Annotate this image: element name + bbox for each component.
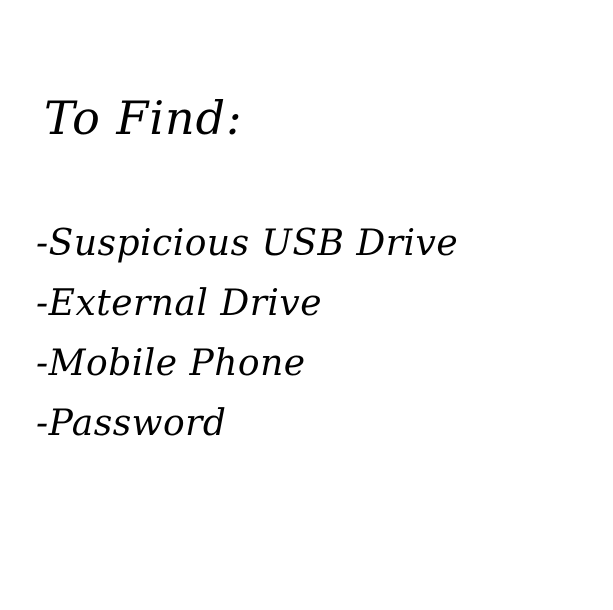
to-find-list: -Suspicious USB Drive -External Drive -M… xyxy=(36,214,458,454)
note-title: To Find: xyxy=(44,91,243,145)
list-item: -Suspicious USB Drive xyxy=(36,223,459,264)
handwritten-note: To Find: -Suspicious USB Drive -External… xyxy=(0,0,613,610)
list-item: -Mobile Phone xyxy=(36,343,306,384)
list-item: -External Drive xyxy=(36,283,323,324)
list-item: -Password xyxy=(36,403,227,444)
